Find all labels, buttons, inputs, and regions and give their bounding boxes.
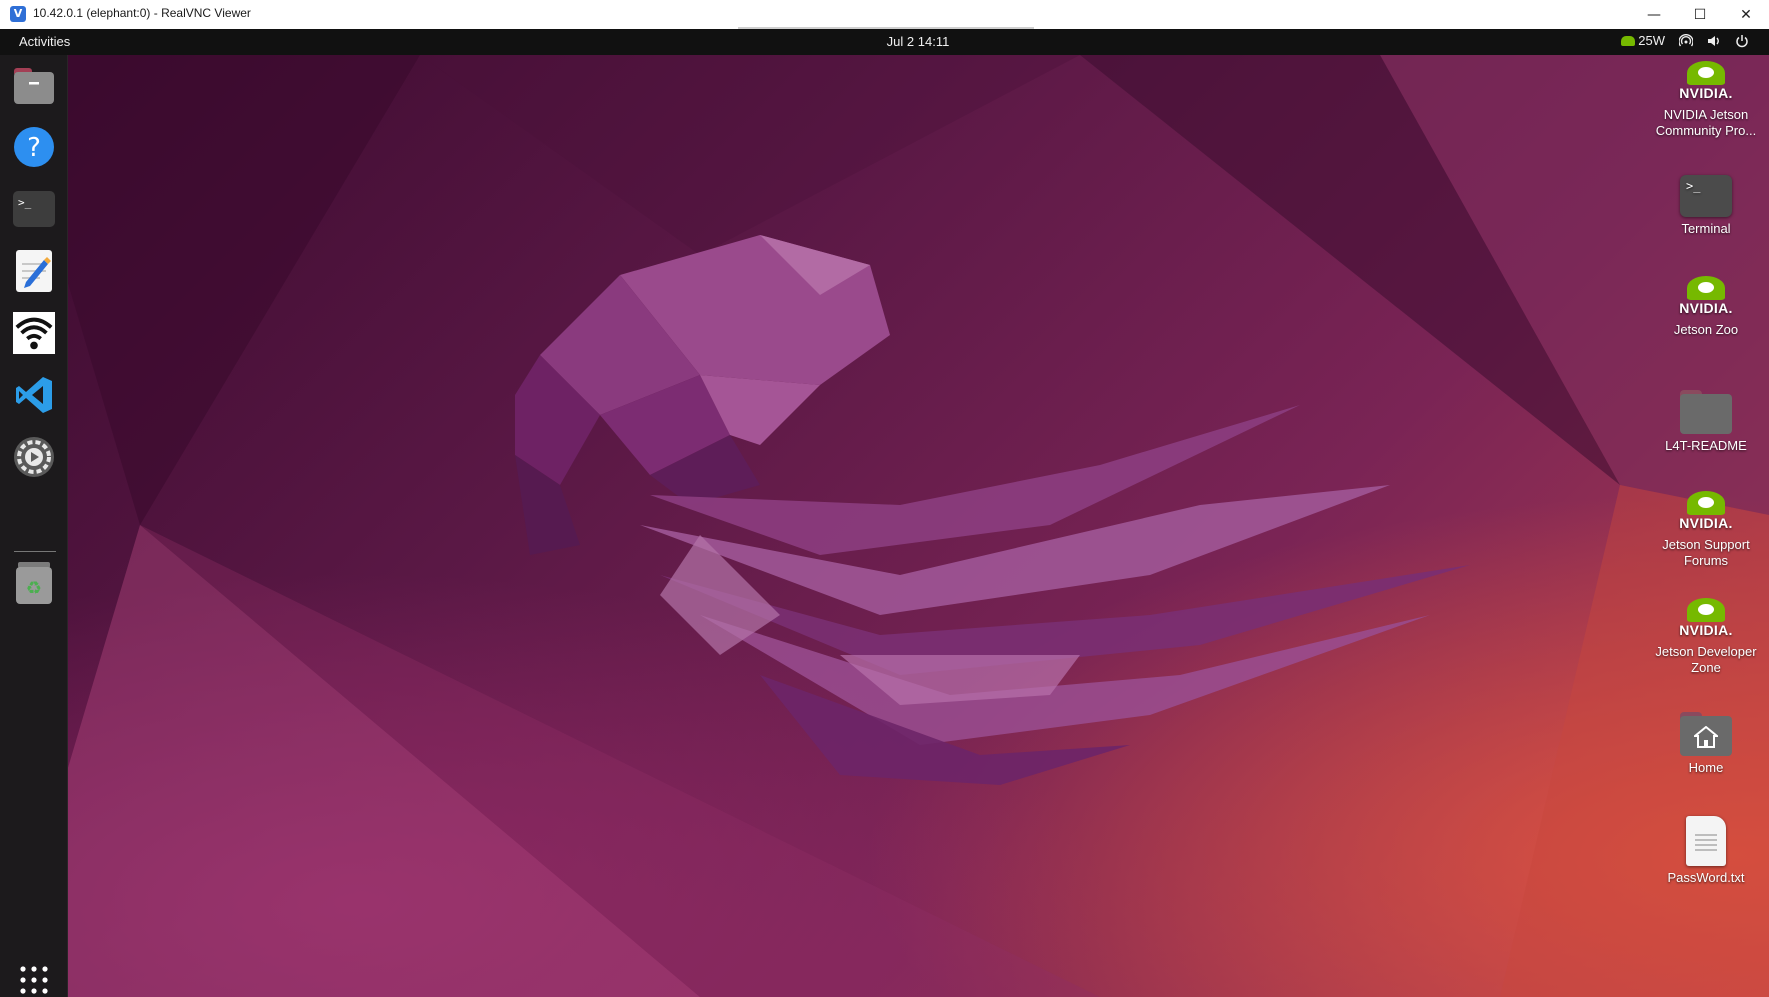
- realvnc-icon: V: [10, 6, 26, 22]
- close-button[interactable]: ✕: [1723, 0, 1769, 29]
- nvidia-wordmark: NVIDIA.: [1679, 85, 1733, 101]
- nvidia-wordmark: NVIDIA.: [1679, 300, 1733, 316]
- trash-icon: ♻: [16, 562, 52, 604]
- volume-icon[interactable]: [1707, 34, 1721, 48]
- nvidia-power-icon: [1621, 35, 1636, 46]
- terminal-glyph: >_: [1686, 179, 1701, 193]
- window-controls: — ☐ ✕: [1631, 0, 1769, 29]
- power-icon[interactable]: [1735, 34, 1749, 48]
- help-icon: ?: [14, 127, 54, 167]
- nvidia-logo-icon: NVIDIA.: [1678, 598, 1734, 640]
- dock-files[interactable]: [13, 65, 55, 107]
- desktop-icon-jetson-community[interactable]: NVIDIA. NVIDIA Jetson Community Pro...: [1646, 61, 1766, 138]
- top-panel: Activities Jul 2 14:11 25W: [0, 29, 1769, 55]
- files-icon: [14, 68, 54, 104]
- window-title: 10.42.0.1 (elephant:0) - RealVNC Viewer: [33, 6, 251, 20]
- nvidia-wordmark: NVIDIA.: [1679, 515, 1733, 531]
- help-glyph: ?: [27, 133, 41, 163]
- wifi-hotspot-icon[interactable]: [1679, 33, 1693, 48]
- show-apps-icon: [20, 966, 48, 994]
- settings-icon: [14, 437, 54, 477]
- power-mode-label: 25W: [1638, 33, 1665, 48]
- desktop-icon-password-txt[interactable]: PassWord.txt: [1646, 816, 1766, 886]
- nvidia-power-mode[interactable]: 25W: [1621, 33, 1665, 48]
- desktop-icon-label: Jetson Support Forums: [1662, 537, 1750, 568]
- wifi-icon: [13, 312, 55, 354]
- desktop-icon-label: Home: [1688, 760, 1724, 775]
- home-folder-icon: [1680, 712, 1732, 756]
- desktop-icon-jetson-support-forums[interactable]: NVIDIA. Jetson Support Forums: [1646, 491, 1766, 568]
- ubuntu-dock: ? >_ ♻: [0, 55, 68, 997]
- desktop-icon-label: Terminal: [1681, 221, 1731, 236]
- desktop-icon-label: Jetson Developer Zone: [1655, 644, 1757, 675]
- desktop-icon-label: Jetson Zoo: [1673, 322, 1739, 337]
- dock-separator: [14, 551, 56, 552]
- text-editor-icon: [16, 250, 52, 292]
- desktop-icon-jetson-zoo[interactable]: NVIDIA. Jetson Zoo: [1646, 276, 1766, 338]
- desktop-wallpaper[interactable]: [0, 55, 1769, 997]
- desktop-icon-label: PassWord.txt: [1667, 870, 1745, 885]
- dock-text-editor[interactable]: [13, 250, 55, 292]
- desktop-icon-label: L4T-README: [1665, 438, 1747, 453]
- terminal-icon: >_: [1680, 175, 1732, 217]
- clock[interactable]: Jul 2 14:11: [0, 34, 1769, 49]
- nvidia-wordmark: NVIDIA.: [1679, 622, 1733, 638]
- nvidia-logo-icon: NVIDIA.: [1678, 276, 1734, 318]
- dock-terminal[interactable]: >_: [13, 188, 55, 230]
- text-file-icon: [1686, 816, 1726, 866]
- show-apps-button[interactable]: [13, 965, 55, 995]
- desktop-icon-l4t-readme[interactable]: L4T-README: [1646, 390, 1766, 454]
- trash-glyph: ♻: [26, 578, 42, 599]
- minimize-button[interactable]: —: [1631, 0, 1677, 29]
- nvidia-logo-icon: NVIDIA.: [1678, 491, 1734, 533]
- desktop-icon-jetson-developer-zone[interactable]: NVIDIA. Jetson Developer Zone: [1646, 598, 1766, 675]
- dock-vscode[interactable]: [13, 374, 55, 416]
- vscode-icon: [16, 377, 52, 413]
- system-tray[interactable]: 25W: [1621, 33, 1749, 48]
- jellyfish-wallpaper: [0, 55, 1769, 997]
- nvidia-logo-icon: NVIDIA.: [1678, 61, 1734, 103]
- dock-help[interactable]: ?: [13, 126, 55, 168]
- vnc-window-titlebar[interactable]: V 10.42.0.1 (elephant:0) - RealVNC Viewe…: [0, 0, 1769, 30]
- desktop-icon-label: NVIDIA Jetson Community Pro...: [1655, 107, 1757, 138]
- dock-wifi[interactable]: [13, 312, 55, 354]
- desktop-icon-terminal[interactable]: >_ Terminal: [1646, 175, 1766, 237]
- dock-settings[interactable]: [13, 436, 55, 478]
- terminal-icon: >_: [13, 191, 55, 227]
- terminal-glyph: >_: [18, 196, 32, 209]
- dock-trash[interactable]: ♻: [13, 562, 55, 604]
- folder-icon: [1680, 390, 1732, 434]
- desktop-icon-home[interactable]: Home: [1646, 712, 1766, 776]
- maximize-button[interactable]: ☐: [1677, 0, 1723, 29]
